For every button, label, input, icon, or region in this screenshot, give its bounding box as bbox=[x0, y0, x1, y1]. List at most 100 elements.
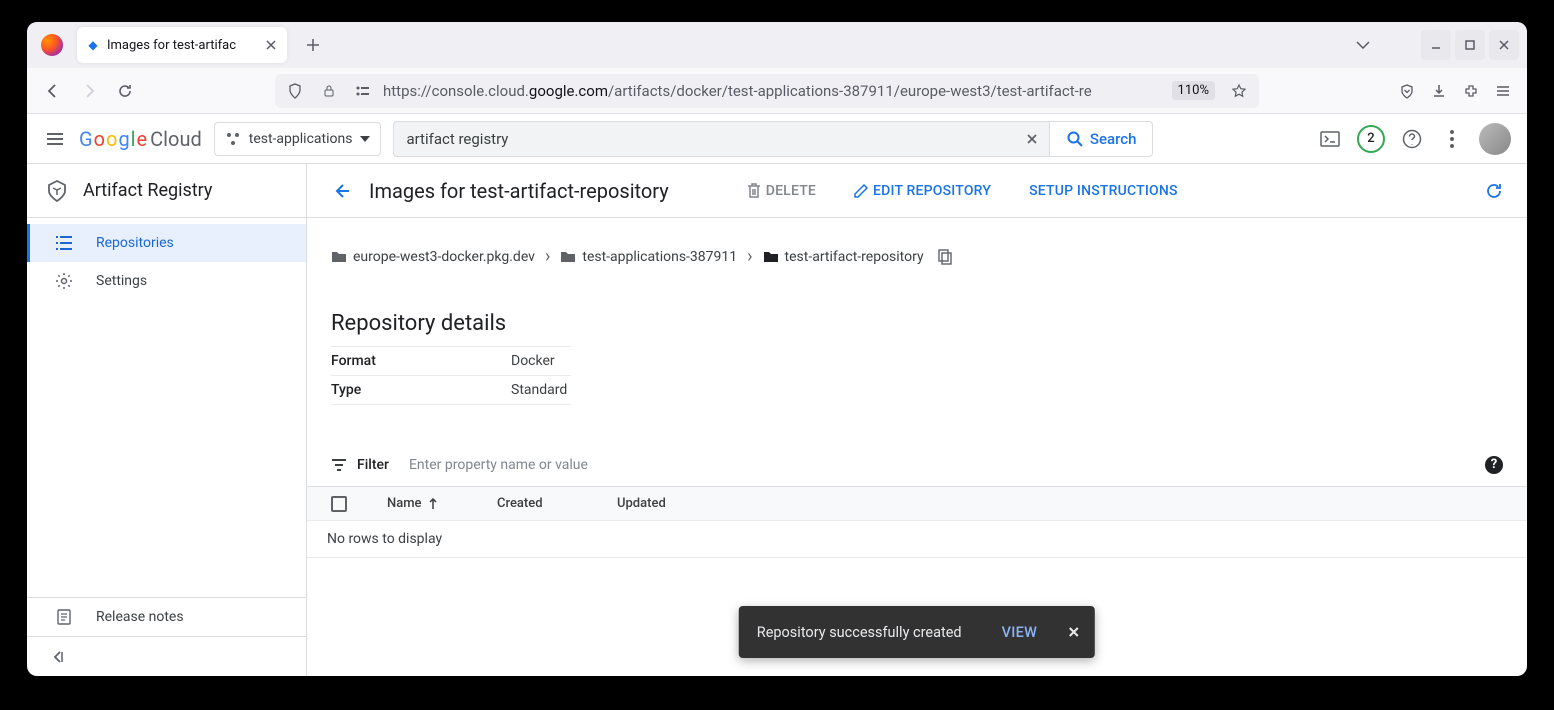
breadcrumb-item[interactable]: test-applications-387911 bbox=[560, 249, 737, 265]
breadcrumb-item-current: test-artifact-repository bbox=[763, 249, 924, 265]
search-container: artifact registry Search bbox=[393, 121, 1153, 157]
pocket-icon[interactable] bbox=[1393, 77, 1421, 105]
bookmark-icon[interactable] bbox=[1225, 77, 1253, 105]
filter-icon[interactable] bbox=[331, 459, 347, 471]
toast-view-button[interactable]: VIEW bbox=[1002, 624, 1038, 641]
window-minimize-button[interactable] bbox=[1421, 30, 1451, 60]
sidebar-item-settings[interactable]: Settings bbox=[27, 262, 306, 300]
folder-icon bbox=[763, 250, 779, 264]
release-notes-icon bbox=[54, 608, 74, 626]
sidebar-product-title: Artifact Registry bbox=[83, 180, 212, 201]
setup-instructions-button[interactable]: SETUP INSTRUCTIONS bbox=[1029, 183, 1178, 199]
column-created[interactable]: Created bbox=[497, 496, 587, 511]
filter-bar: Filter Enter property name or value ? bbox=[307, 443, 1527, 487]
lock-icon[interactable] bbox=[315, 77, 343, 105]
window-maximize-button[interactable] bbox=[1455, 30, 1485, 60]
new-tab-button[interactable] bbox=[297, 29, 329, 61]
tabs-dropdown-icon[interactable] bbox=[1349, 31, 1377, 59]
column-updated[interactable]: Updated bbox=[617, 496, 707, 511]
firefox-tab-bar: ◆ Images for test-artifac bbox=[27, 22, 1527, 68]
refresh-button[interactable] bbox=[1485, 182, 1503, 200]
nav-back-button[interactable] bbox=[37, 75, 69, 107]
search-icon bbox=[1066, 130, 1084, 148]
table-header: Name Created Updated bbox=[307, 487, 1527, 521]
filter-label: Filter bbox=[357, 457, 389, 473]
help-icon[interactable] bbox=[1399, 126, 1425, 152]
copy-icon[interactable] bbox=[938, 249, 952, 265]
window-close-button[interactable] bbox=[1489, 30, 1519, 60]
breadcrumb: europe-west3-docker.pkg.dev › test-appli… bbox=[331, 246, 1503, 267]
help-tooltip-icon[interactable]: ? bbox=[1485, 456, 1503, 474]
project-picker[interactable]: test-applications bbox=[214, 122, 382, 156]
toast-close-icon[interactable] bbox=[1067, 625, 1081, 639]
google-cloud-logo[interactable]: Google Cloud bbox=[79, 127, 202, 151]
firefox-logo bbox=[27, 34, 77, 56]
back-button[interactable] bbox=[331, 181, 351, 201]
extensions-icon[interactable] bbox=[1457, 77, 1485, 105]
main-content: Images for test-artifact-repository DELE… bbox=[307, 164, 1527, 676]
tab-favicon-icon: ◆ bbox=[85, 37, 101, 53]
trash-icon bbox=[747, 183, 761, 199]
sidebar: Artifact Registry Repositories Settings … bbox=[27, 164, 307, 676]
repository-details-table: Format Docker Type Standard bbox=[331, 346, 1503, 405]
hamburger-menu-icon[interactable] bbox=[43, 127, 67, 151]
more-icon[interactable] bbox=[1439, 126, 1465, 152]
chevron-right-icon: › bbox=[545, 246, 550, 267]
url-text: https://console.cloud.google.com/artifac… bbox=[383, 82, 1162, 100]
folder-icon bbox=[560, 250, 576, 264]
nav-reload-button[interactable] bbox=[109, 75, 141, 107]
edit-repository-button[interactable]: EDIT REPOSITORY bbox=[854, 183, 991, 199]
chevron-right-icon: › bbox=[747, 246, 752, 267]
breadcrumb-item[interactable]: europe-west3-docker.pkg.dev bbox=[331, 249, 535, 265]
page-title: Images for test-artifact-repository bbox=[369, 179, 669, 203]
cloud-shell-icon[interactable] bbox=[1317, 126, 1343, 152]
empty-state: No rows to display bbox=[307, 521, 1527, 558]
dropdown-icon bbox=[360, 136, 370, 142]
chevron-left-icon bbox=[51, 650, 65, 664]
folder-icon bbox=[331, 250, 347, 264]
select-all-checkbox[interactable] bbox=[331, 496, 357, 512]
sidebar-collapse-button[interactable] bbox=[27, 636, 306, 676]
sidebar-item-label: Release notes bbox=[96, 609, 184, 625]
downloads-icon[interactable] bbox=[1425, 77, 1453, 105]
project-name: test-applications bbox=[249, 131, 353, 147]
pencil-icon bbox=[854, 184, 868, 198]
gear-icon bbox=[54, 272, 74, 290]
detail-row: Type Standard bbox=[331, 376, 571, 405]
firefox-url-toolbar: https://console.cloud.google.com/artifac… bbox=[27, 68, 1527, 114]
sidebar-item-release-notes[interactable]: Release notes bbox=[27, 598, 306, 636]
tab-close-icon[interactable] bbox=[263, 37, 279, 53]
toast-notification: Repository successfully created VIEW bbox=[739, 606, 1095, 658]
url-bar[interactable]: https://console.cloud.google.com/artifac… bbox=[275, 74, 1259, 108]
toast-message: Repository successfully created bbox=[757, 624, 962, 641]
search-input[interactable]: artifact registry bbox=[393, 121, 1048, 157]
sidebar-item-repositories[interactable]: Repositories bbox=[27, 224, 306, 262]
nav-forward-button[interactable] bbox=[73, 75, 105, 107]
user-avatar[interactable] bbox=[1479, 123, 1511, 155]
tab-title: Images for test-artifac bbox=[107, 38, 257, 53]
zoom-badge[interactable]: 110% bbox=[1172, 81, 1215, 100]
sidebar-item-label: Settings bbox=[96, 273, 147, 289]
search-button[interactable]: Search bbox=[1049, 121, 1154, 157]
notifications-badge[interactable]: 2 bbox=[1357, 125, 1385, 153]
project-icon bbox=[225, 131, 241, 147]
page-header: Images for test-artifact-repository DELE… bbox=[307, 164, 1527, 218]
sort-asc-icon bbox=[428, 498, 438, 510]
search-value: artifact registry bbox=[406, 130, 508, 148]
column-name[interactable]: Name bbox=[387, 496, 467, 511]
delete-button[interactable]: DELETE bbox=[747, 183, 816, 199]
artifact-registry-icon bbox=[45, 179, 69, 203]
gcp-header: Google Cloud test-applications artifact … bbox=[27, 114, 1527, 164]
filter-input[interactable]: Enter property name or value bbox=[409, 457, 588, 473]
section-title: Repository details bbox=[331, 311, 1503, 336]
browser-tab[interactable]: ◆ Images for test-artifac bbox=[77, 27, 287, 63]
search-clear-icon[interactable] bbox=[1025, 132, 1039, 146]
permissions-icon[interactable] bbox=[349, 77, 377, 105]
sidebar-product-row[interactable]: Artifact Registry bbox=[27, 164, 306, 218]
search-button-label: Search bbox=[1090, 130, 1137, 148]
detail-row: Format Docker bbox=[331, 346, 571, 376]
list-icon bbox=[54, 236, 74, 250]
firefox-menu-icon[interactable] bbox=[1489, 77, 1517, 105]
shield-icon[interactable] bbox=[281, 77, 309, 105]
sidebar-item-label: Repositories bbox=[96, 235, 174, 251]
